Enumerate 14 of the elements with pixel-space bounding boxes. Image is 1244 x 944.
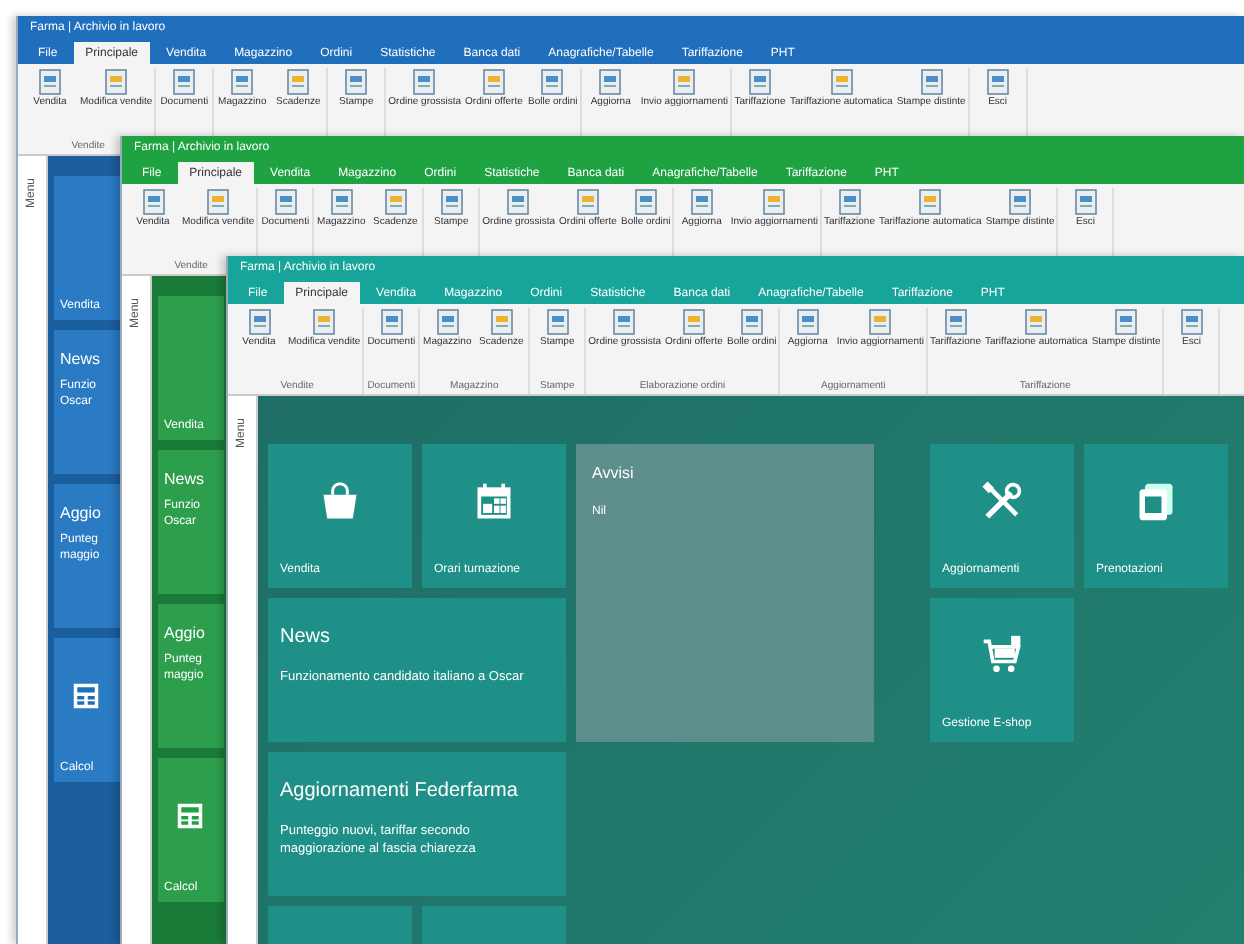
tile-title: News bbox=[280, 626, 333, 648]
cart-icon bbox=[980, 634, 1024, 678]
documents-icon bbox=[1134, 480, 1178, 524]
tools-icon bbox=[980, 480, 1024, 524]
calculator-icon bbox=[176, 802, 204, 830]
tile-title: Aggio bbox=[60, 504, 103, 522]
calendar-icon bbox=[472, 480, 516, 524]
tile-title: News bbox=[60, 350, 103, 368]
tile-title: Aggio bbox=[164, 624, 207, 642]
notice-title: Avvisi bbox=[592, 464, 636, 482]
tile-title: News bbox=[164, 470, 207, 488]
tile-title: Aggiornamenti Federfarma bbox=[280, 780, 520, 802]
calculator-icon bbox=[72, 682, 100, 710]
shopping-bag-icon bbox=[318, 480, 362, 524]
